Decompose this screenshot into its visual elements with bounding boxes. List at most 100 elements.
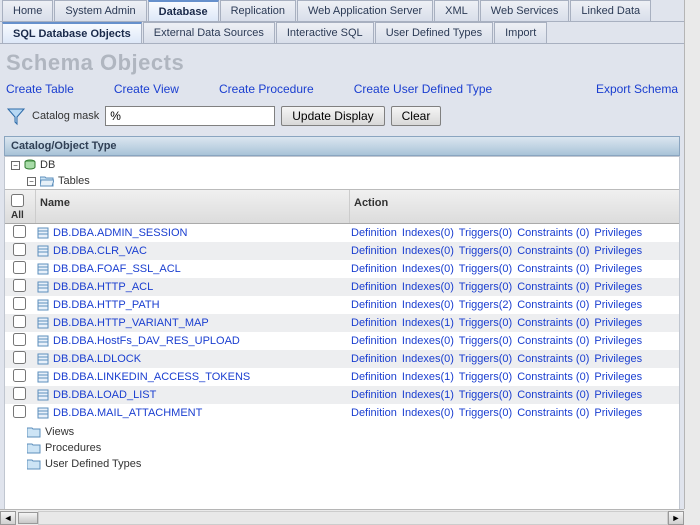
row-checkbox[interactable] [13,243,26,256]
create-table-link[interactable]: Create Table [6,82,74,96]
action-definition-link[interactable]: Definition [351,407,397,419]
scroll-left-arrow-icon[interactable]: ◄ [0,511,16,525]
sub-tab-sql-database-objects[interactable]: SQL Database Objects [2,22,142,43]
action-privileges-link[interactable]: Privileges [594,263,642,275]
action-definition-link[interactable]: Definition [351,317,397,329]
vertical-scrollbar[interactable] [684,0,700,509]
action-constraints-link[interactable]: Constraints (0) [517,263,589,275]
top-tab-database[interactable]: Database [148,0,219,21]
action-privileges-link[interactable]: Privileges [594,407,642,419]
action-indexes-link[interactable]: Indexes(0) [402,263,454,275]
action-definition-link[interactable]: Definition [351,245,397,257]
action-constraints-link[interactable]: Constraints (0) [517,245,589,257]
action-triggers-link[interactable]: Triggers(0) [459,263,512,275]
minus-toggle-icon[interactable]: − [27,177,36,186]
tree-node-tables[interactable]: − Tables [5,173,679,189]
action-triggers-link[interactable]: Triggers(0) [459,281,512,293]
top-tab-home[interactable]: Home [2,0,53,21]
action-constraints-link[interactable]: Constraints (0) [517,371,589,383]
action-indexes-link[interactable]: Indexes(0) [402,245,454,257]
tree-node-views[interactable]: Views [5,424,679,440]
row-checkbox[interactable] [13,405,26,418]
create-view-link[interactable]: Create View [114,82,179,96]
action-indexes-link[interactable]: Indexes(0) [402,281,454,293]
action-indexes-link[interactable]: Indexes(1) [402,389,454,401]
row-checkbox[interactable] [13,279,26,292]
create-procedure-link[interactable]: Create Procedure [219,82,314,96]
row-checkbox[interactable] [13,333,26,346]
action-privileges-link[interactable]: Privileges [594,389,642,401]
sub-tab-user-defined-types[interactable]: User Defined Types [375,22,493,43]
scroll-thumb[interactable] [18,512,38,524]
catalog-mask-input[interactable] [105,106,275,126]
table-name-link[interactable]: DB.DBA.CLR_VAC [53,245,147,257]
top-tab-replication[interactable]: Replication [220,0,296,21]
action-definition-link[interactable]: Definition [351,353,397,365]
action-constraints-link[interactable]: Constraints (0) [517,353,589,365]
top-tab-web-services[interactable]: Web Services [480,0,570,21]
action-indexes-link[interactable]: Indexes(1) [402,317,454,329]
row-checkbox[interactable] [13,297,26,310]
action-indexes-link[interactable]: Indexes(0) [402,227,454,239]
action-constraints-link[interactable]: Constraints (0) [517,335,589,347]
tree-node-procedures[interactable]: Procedures [5,440,679,456]
action-constraints-link[interactable]: Constraints (0) [517,227,589,239]
sub-tab-external-data-sources[interactable]: External Data Sources [143,22,275,43]
sub-tab-interactive-sql[interactable]: Interactive SQL [276,22,374,43]
action-triggers-link[interactable]: Triggers(0) [459,227,512,239]
action-constraints-link[interactable]: Constraints (0) [517,389,589,401]
top-tab-linked-data[interactable]: Linked Data [570,0,651,21]
create-udt-link[interactable]: Create User Defined Type [354,82,493,96]
action-privileges-link[interactable]: Privileges [594,245,642,257]
action-indexes-link[interactable]: Indexes(0) [402,335,454,347]
action-triggers-link[interactable]: Triggers(0) [459,245,512,257]
action-triggers-link[interactable]: Triggers(0) [459,389,512,401]
scroll-track[interactable] [38,511,668,525]
table-name-link[interactable]: DB.DBA.LOAD_LIST [53,389,156,401]
tree-node-db[interactable]: − DB [5,157,679,173]
tree-node-udt[interactable]: User Defined Types [5,456,679,472]
table-name-link[interactable]: DB.DBA.FOAF_SSL_ACL [53,263,181,275]
select-all-checkbox[interactable] [11,194,24,207]
top-tab-system-admin[interactable]: System Admin [54,0,146,21]
action-definition-link[interactable]: Definition [351,299,397,311]
minus-toggle-icon[interactable]: − [11,161,20,170]
row-checkbox[interactable] [13,315,26,328]
sub-tab-import[interactable]: Import [494,22,547,43]
action-indexes-link[interactable]: Indexes(0) [402,353,454,365]
action-definition-link[interactable]: Definition [351,281,397,293]
row-checkbox[interactable] [13,351,26,364]
action-triggers-link[interactable]: Triggers(2) [459,299,512,311]
table-name-link[interactable]: DB.DBA.HTTP_VARIANT_MAP [53,317,209,329]
action-definition-link[interactable]: Definition [351,335,397,347]
action-constraints-link[interactable]: Constraints (0) [517,299,589,311]
action-definition-link[interactable]: Definition [351,389,397,401]
action-triggers-link[interactable]: Triggers(0) [459,353,512,365]
table-name-link[interactable]: DB.DBA.HTTP_PATH [53,299,160,311]
action-privileges-link[interactable]: Privileges [594,317,642,329]
action-constraints-link[interactable]: Constraints (0) [517,317,589,329]
action-definition-link[interactable]: Definition [351,227,397,239]
action-privileges-link[interactable]: Privileges [594,335,642,347]
action-constraints-link[interactable]: Constraints (0) [517,407,589,419]
action-privileges-link[interactable]: Privileges [594,227,642,239]
action-triggers-link[interactable]: Triggers(0) [459,335,512,347]
row-checkbox[interactable] [13,225,26,238]
row-checkbox[interactable] [13,261,26,274]
export-schema-link[interactable]: Export Schema [596,82,678,96]
action-triggers-link[interactable]: Triggers(0) [459,371,512,383]
action-definition-link[interactable]: Definition [351,371,397,383]
action-triggers-link[interactable]: Triggers(0) [459,407,512,419]
scroll-right-arrow-icon[interactable]: ► [668,511,684,525]
row-checkbox[interactable] [13,369,26,382]
table-name-link[interactable]: DB.DBA.HostFs_DAV_RES_UPLOAD [53,335,240,347]
action-indexes-link[interactable]: Indexes(0) [402,407,454,419]
top-tab-xml[interactable]: XML [434,0,479,21]
clear-button[interactable]: Clear [391,106,442,126]
table-name-link[interactable]: DB.DBA.LDLOCK [53,353,141,365]
action-triggers-link[interactable]: Triggers(0) [459,317,512,329]
table-name-link[interactable]: DB.DBA.ADMIN_SESSION [53,227,187,239]
horizontal-scrollbar[interactable]: ◄ ► [0,509,684,525]
row-checkbox[interactable] [13,387,26,400]
table-name-link[interactable]: DB.DBA.LINKEDIN_ACCESS_TOKENS [53,371,250,383]
